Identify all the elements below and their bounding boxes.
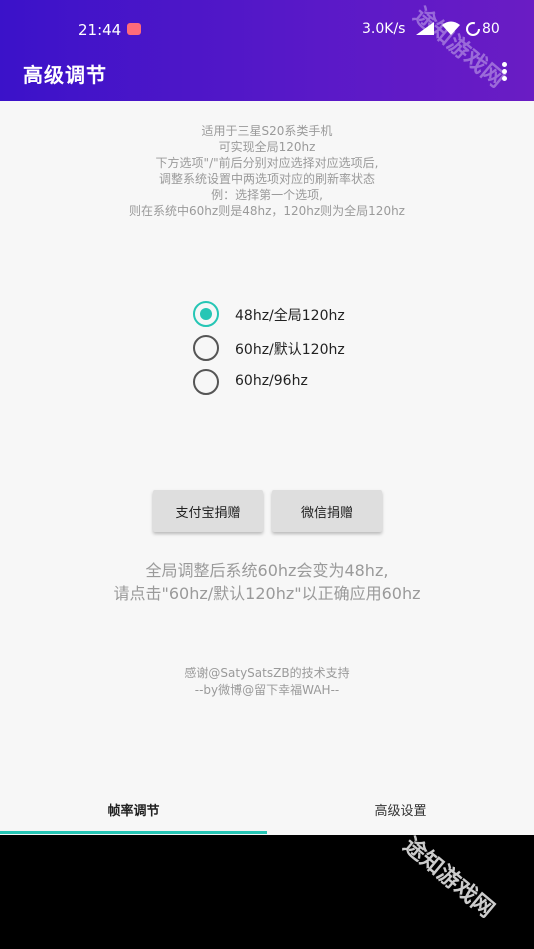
main-content: 适用于三星S20系类手机 可实现全局120hz 下方选项"/"前后分别对应选择对… [0,101,534,797]
radio-label: 60hz/96hz [235,373,308,389]
radio-label: 48hz/全局120hz [235,308,345,324]
radio-label: 60hz/默认120hz [235,342,345,358]
intro-line: 则在系统中60hz则是48hz，120hz则为全局120hz [129,204,405,218]
radio-unchecked-icon[interactable] [193,369,219,395]
tab-frame-rate[interactable]: 帧率调节 [0,797,267,835]
credits-line: --by微博@留下幸福WAH-- [194,683,340,697]
credits-line: 感谢@SatySatsZB的技术支持 [184,666,350,680]
radio-checked-icon[interactable] [193,301,219,327]
intro-text: 适用于三星S20系类手机 可实现全局120hz 下方选项"/"前后分别对应选择对… [0,123,534,219]
credits-text: 感谢@SatySatsZB的技术支持 --by微博@留下幸福WAH-- [0,665,534,699]
status-time: 21:44 [78,21,122,39]
notice-text: 全局调整后系统60hz会变为48hz, 请点击"60hz/默认120hz"以正确… [0,559,534,605]
notice-line: 全局调整后系统60hz会变为48hz, [145,561,389,580]
message-notification-icon [127,23,141,35]
intro-line: 适用于三星S20系类手机 [201,124,333,138]
page-title: 高级调节 [23,63,107,87]
battery-level: 80 [482,21,500,37]
notice-line: 请点击"60hz/默认120hz"以正确应用60hz [113,584,421,603]
alipay-donate-button[interactable]: 支付宝捐赠 [153,490,263,532]
radio-option-60hz-96hz[interactable]: 60hz/96hz [193,369,393,403]
tab-indicator [0,831,267,834]
wechat-donate-button[interactable]: 微信捐赠 [272,490,382,532]
radio-option-48hz[interactable]: 48hz/全局120hz [193,301,393,335]
network-speed: 3.0K/s [362,21,406,37]
radio-unchecked-icon[interactable] [193,335,219,361]
intro-line: 可实现全局120hz [218,140,316,154]
intro-line: 调整系统设置中两选项对应的刷新率状态 [158,172,375,186]
intro-line: 下方选项"/"前后分别对应选择对应选项后, [155,156,379,170]
refresh-rate-radio-group: 48hz/全局120hz 60hz/默认120hz 60hz/96hz [193,301,393,403]
tab-advanced-settings[interactable]: 高级设置 [267,797,534,835]
watermark: 途知游戏网 [398,832,499,923]
intro-line: 例：选择第一个选项, [211,188,323,202]
radio-option-60hz-default[interactable]: 60hz/默认120hz [193,335,393,369]
tab-bar: 帧率调节 高级设置 [0,797,534,835]
